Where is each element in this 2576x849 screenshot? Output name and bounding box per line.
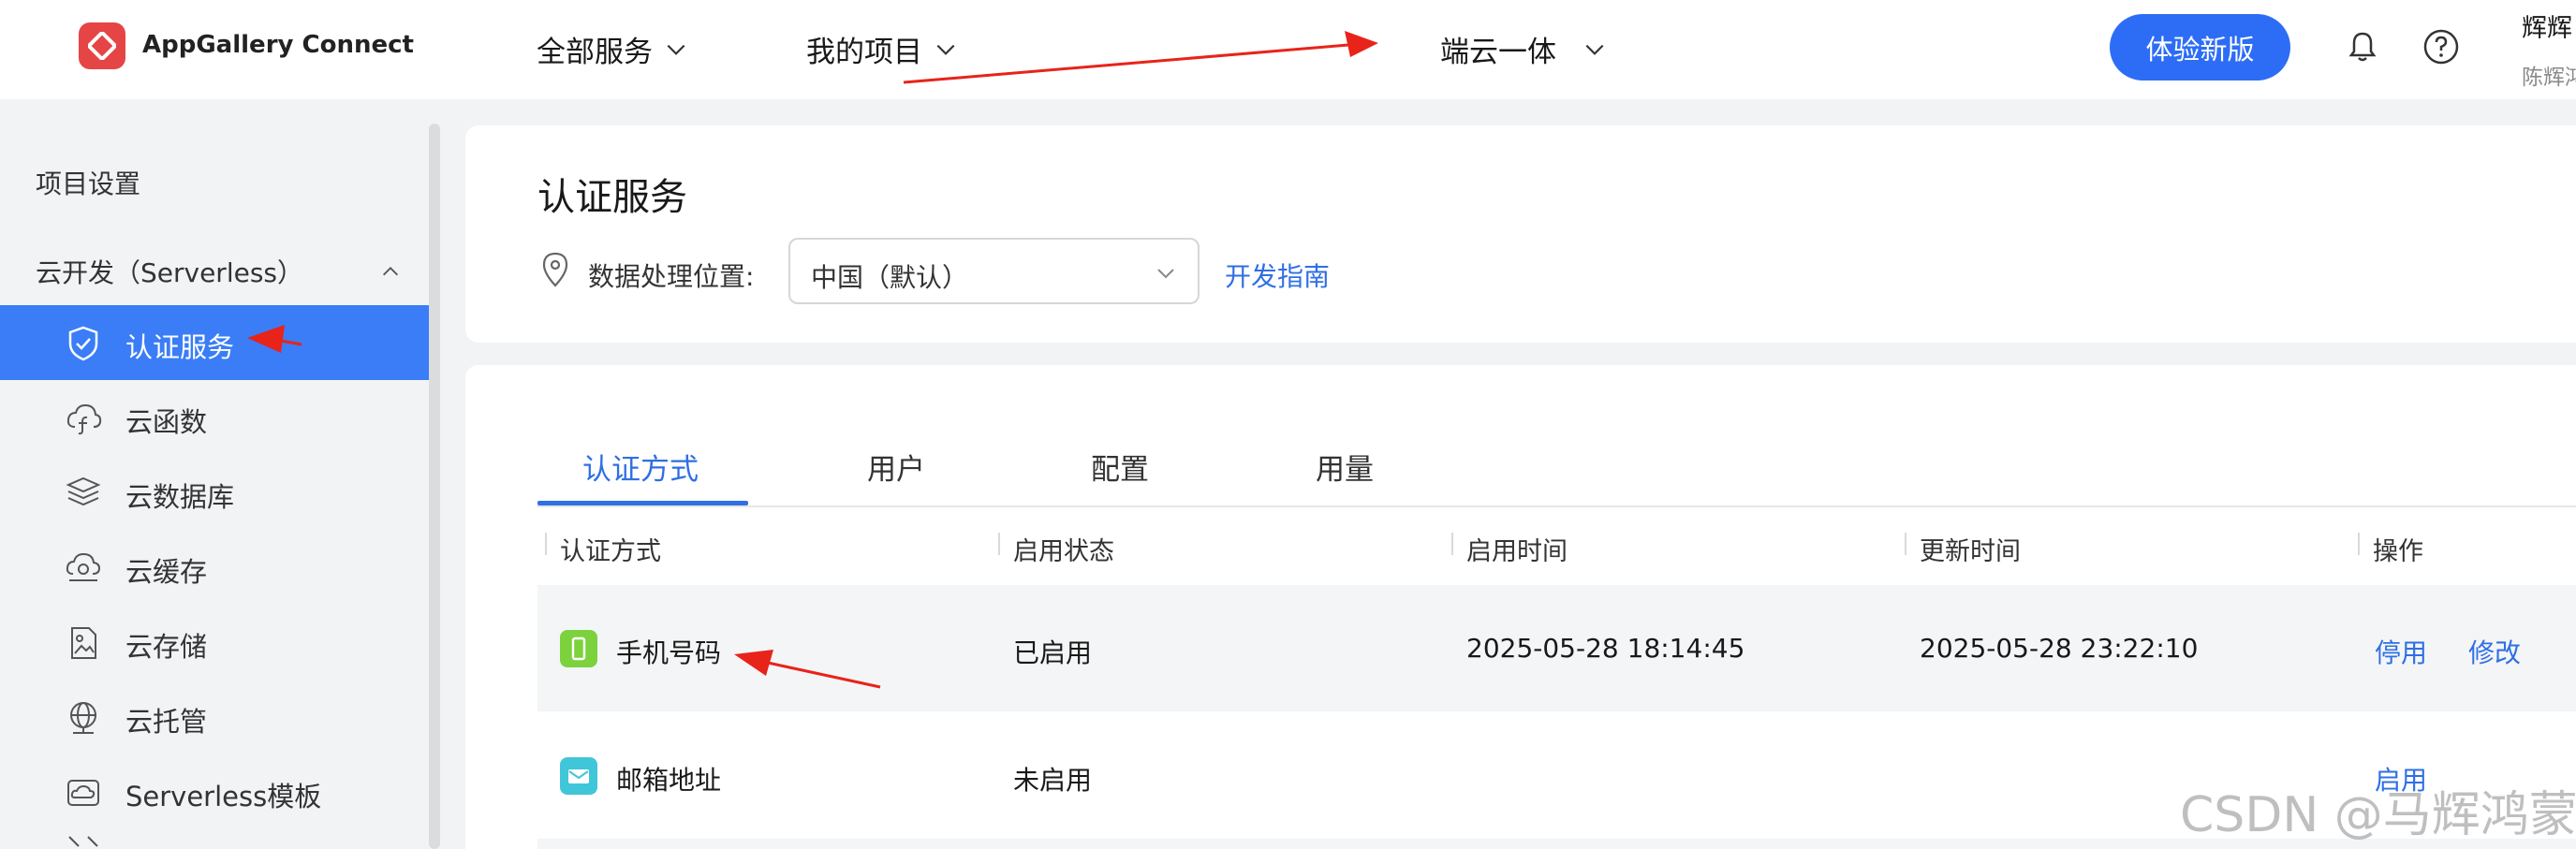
header-card (465, 125, 2576, 343)
location-pin-icon (542, 252, 568, 287)
method-name: 邮箱地址 (616, 765, 722, 796)
watermark: CSDN @马辉鸿蒙 (2180, 787, 2576, 843)
tab-divider (537, 505, 2576, 507)
chevron-down-icon (667, 44, 685, 55)
nav-label: 我的项目 (806, 36, 922, 69)
cloud-cache-icon (66, 552, 101, 581)
sidebar-item-auth-service[interactable]: 认证服务 (0, 305, 429, 380)
nav-label: 端云一体 (1440, 36, 1556, 69)
status-text: 未启用 (1013, 765, 1093, 796)
sidebar-group-serverless[interactable]: 云开发（Serverless） (36, 253, 401, 290)
page-title: 认证服务 (537, 176, 687, 219)
column-header-method: 认证方式 (560, 537, 661, 566)
location-select[interactable]: 中国（默认） (788, 238, 1200, 304)
sidebar-item-cloud-hosting[interactable]: 云托管 (0, 680, 429, 754)
nav-device-cloud[interactable]: 端云一体 (1440, 28, 1607, 70)
sidebar-item-cloud-cache[interactable]: 云缓存 (0, 530, 429, 605)
disable-button[interactable]: 停用 (2375, 633, 2427, 670)
column-separator (1905, 533, 1906, 555)
sidebar-item-more[interactable] (0, 829, 429, 849)
column-header-status: 启用状态 (1013, 537, 1114, 566)
nav-all-services[interactable]: 全部服务 (537, 28, 688, 70)
chevron-up-icon (383, 267, 398, 276)
column-separator (2358, 533, 2360, 555)
globe-hosting-icon (70, 702, 96, 734)
sidebar-item-serverless-template[interactable]: Serverless模板 (0, 754, 429, 829)
sidebar-item-project-settings[interactable]: 项目设置 (36, 164, 140, 201)
top-bar: AppGallery Connect 全部服务 我的项目 端云一体 体验新版 辉… (0, 0, 2576, 99)
column-header-updated-time: 更新时间 (1920, 537, 2021, 566)
cloud-storage-icon (71, 627, 96, 659)
chevron-down-icon (936, 44, 955, 55)
enabled-time: 2025-05-28 18:14:45 (1466, 633, 1745, 664)
nav-label: 全部服务 (537, 36, 653, 69)
method-name: 手机号码 (616, 637, 722, 668)
user-account: 陈辉鸿 (2522, 66, 2576, 90)
sidebar-item-label: 云数据库 (125, 481, 235, 513)
column-header-enabled-time: 启用时间 (1466, 537, 1568, 566)
sidebar-item-label: 云缓存 (125, 556, 208, 588)
sidebar-item-label: 云托管 (125, 706, 208, 738)
email-icon (560, 757, 597, 795)
appgallery-logo-icon[interactable] (79, 22, 125, 69)
tab-config[interactable]: 配置 (1091, 446, 1149, 488)
bell-icon[interactable] (2344, 28, 2381, 66)
nav-my-projects[interactable]: 我的项目 (806, 28, 958, 70)
sidebar-item-cloud-storage[interactable]: 云存储 (0, 605, 429, 680)
sidebar-item-cloud-functions[interactable]: 云函数 (0, 380, 429, 455)
help-icon[interactable] (2422, 28, 2460, 66)
try-new-version-button[interactable]: 体验新版 (2110, 14, 2290, 81)
dev-guide-link[interactable]: 开发指南 (1225, 256, 1330, 294)
sidebar-item-label: 云存储 (125, 631, 208, 663)
edit-button[interactable]: 修改 (2468, 633, 2521, 670)
sidebar-item-cloud-database[interactable]: 云数据库 (0, 455, 429, 530)
tab-users[interactable]: 用户 (867, 446, 925, 488)
chevron-down-icon (1585, 44, 1604, 55)
phone-icon (560, 630, 597, 667)
cloud-function-icon (66, 403, 102, 435)
user-name[interactable]: 辉辉 (2522, 7, 2572, 44)
template-icon (67, 780, 99, 806)
database-layers-icon (66, 476, 101, 506)
tab-usage[interactable]: 用量 (1316, 446, 1374, 488)
location-label: 数据处理位置: (588, 261, 755, 292)
updated-time: 2025-05-28 23:22:10 (1920, 633, 2199, 664)
sidebar-item-label: 云函数 (125, 406, 208, 438)
chevron-down-icon (1157, 269, 1174, 279)
tab-auth-methods[interactable]: 认证方式 (582, 446, 699, 488)
location-select-value: 中国（默认） (811, 262, 969, 293)
column-separator (545, 533, 547, 555)
menu-icon (68, 836, 98, 847)
status-text: 已启用 (1013, 637, 1093, 668)
sidebar-scrollbar[interactable] (429, 124, 440, 849)
sidebar-item-label: Serverless模板 (125, 781, 322, 812)
column-header-actions: 操作 (2373, 537, 2423, 566)
brand-name[interactable]: AppGallery Connect (142, 31, 414, 59)
sidebar-item-label: 认证服务 (125, 331, 235, 363)
column-separator (998, 533, 1000, 555)
column-separator (1451, 533, 1453, 555)
sidebar-group-label: 云开发（Serverless） (36, 257, 304, 288)
shield-check-icon (68, 326, 98, 361)
